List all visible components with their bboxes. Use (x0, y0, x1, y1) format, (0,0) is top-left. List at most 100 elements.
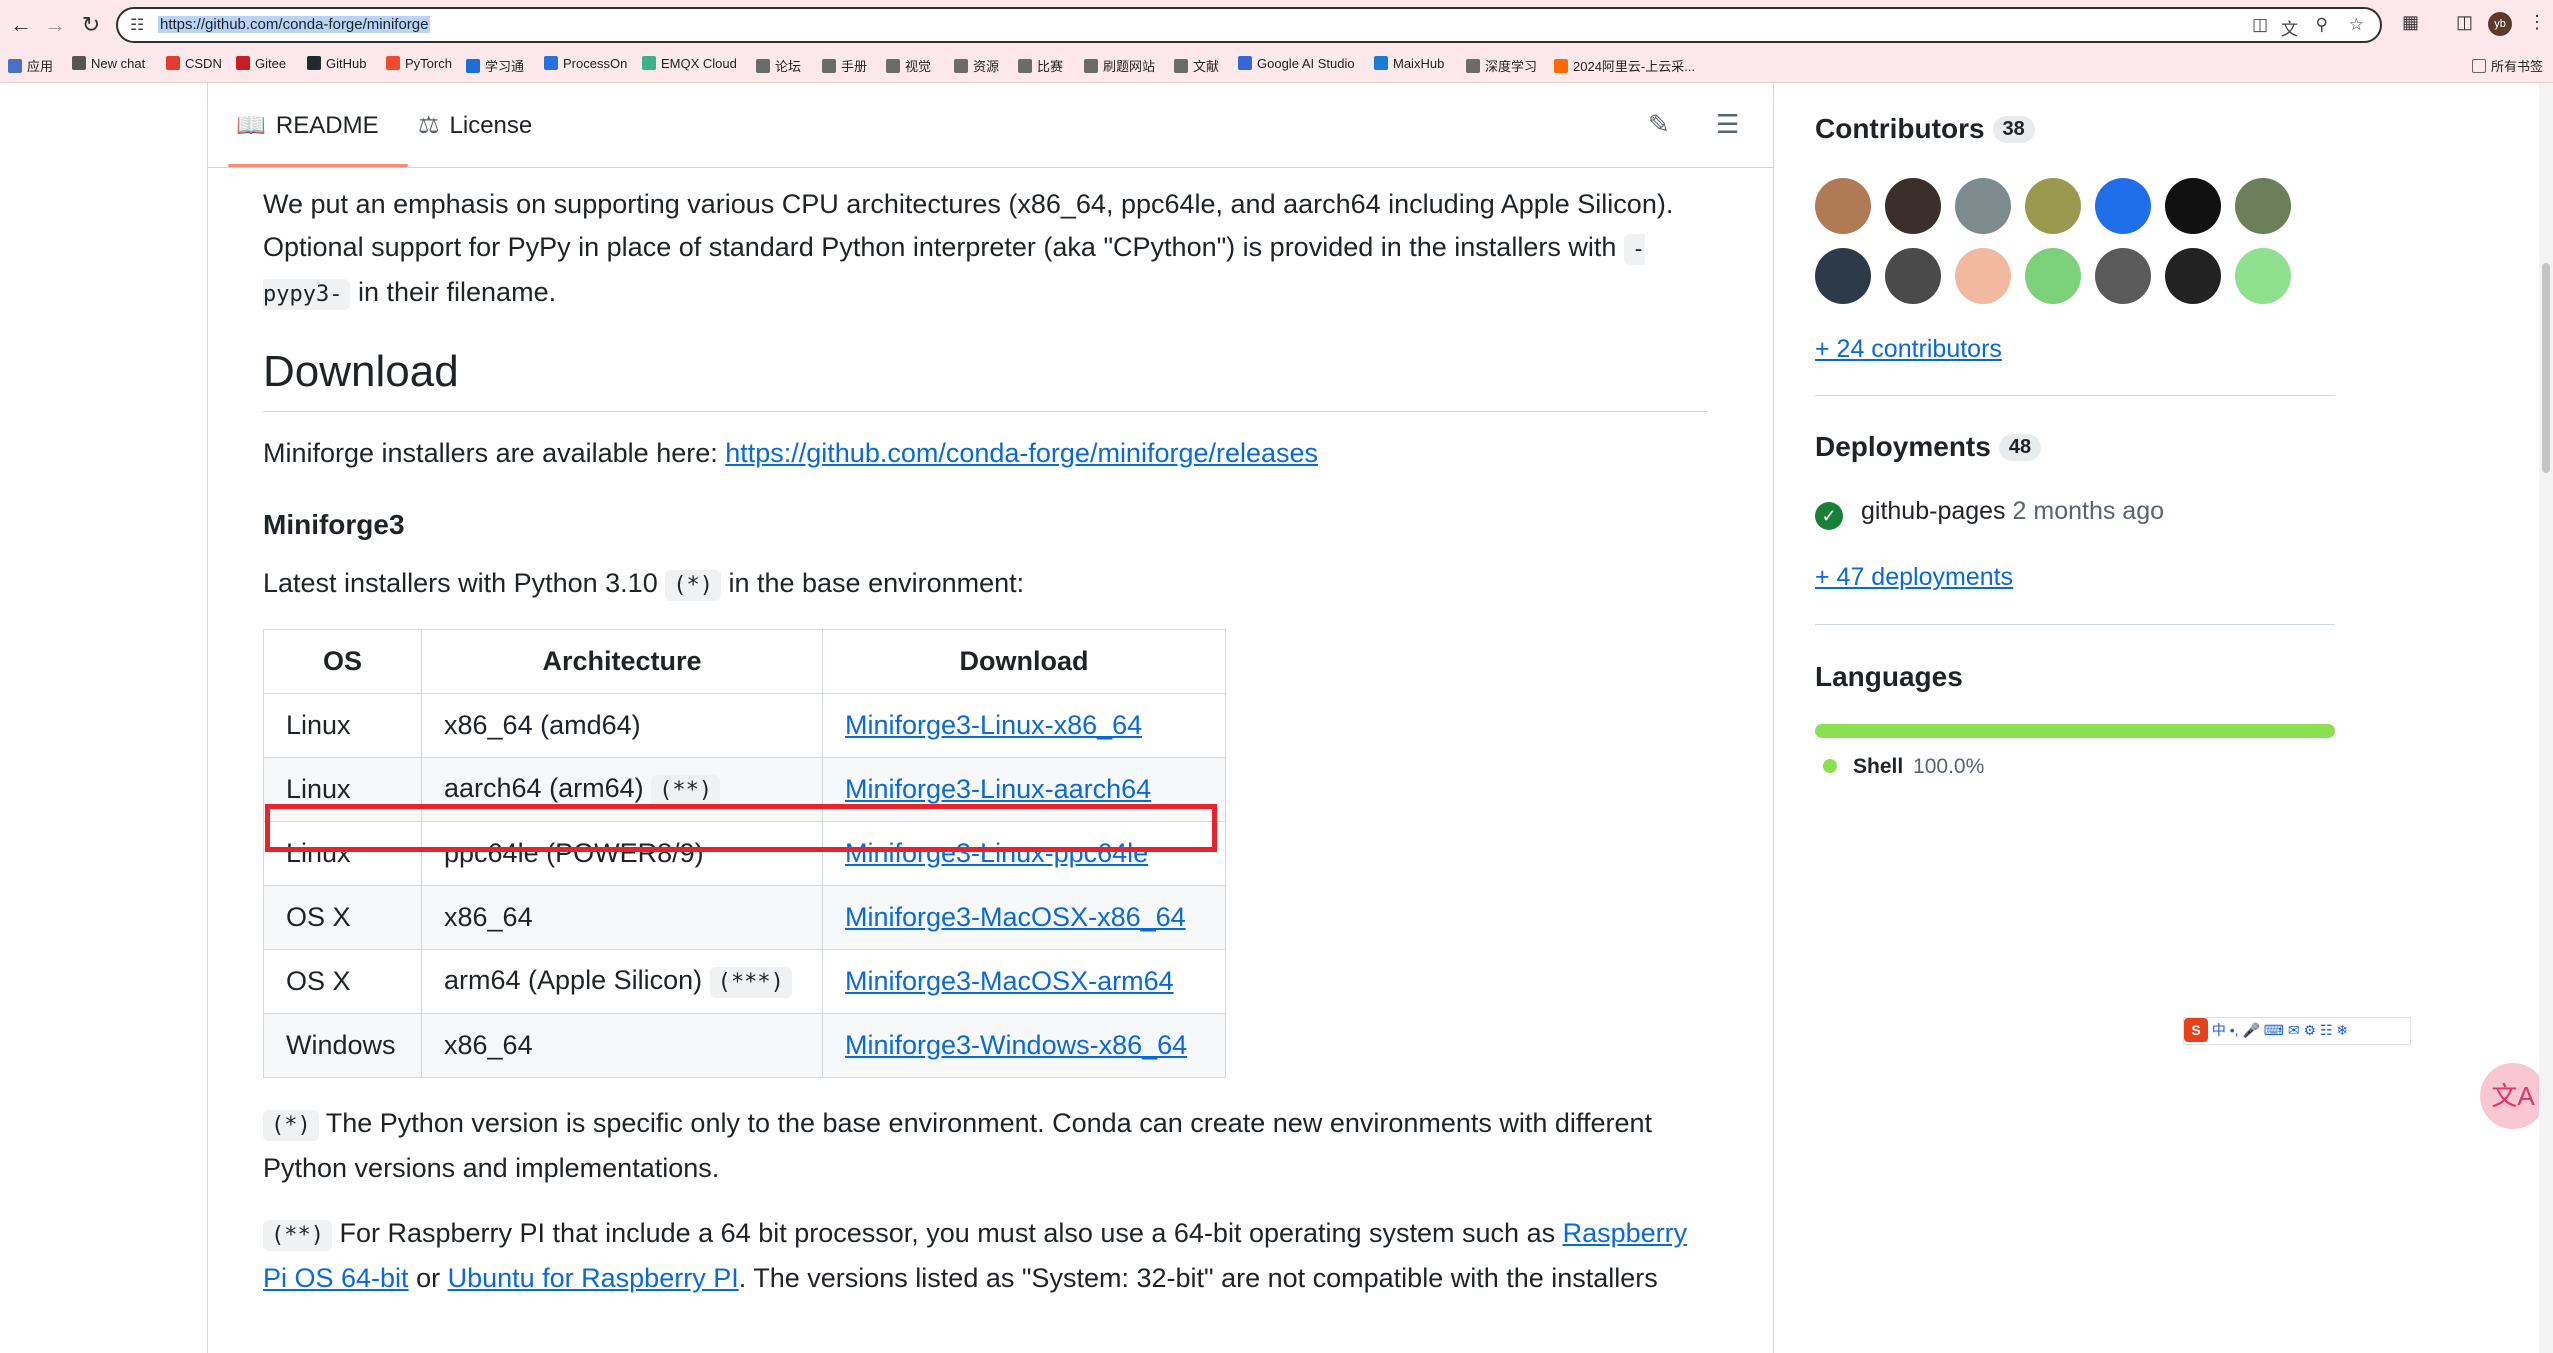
bookmark-item[interactable]: 学习通 (466, 56, 524, 75)
contributors-header[interactable]: Contributors 38 (1815, 113, 2035, 145)
bookmark-item[interactable]: Gitee (236, 56, 286, 71)
readme-panel: 📖 README ⚖ License ✎ ☰ We put an emphasis … (207, 83, 1774, 1353)
contributor-avatar[interactable] (1955, 248, 2011, 304)
page-scrollbar[interactable] (2539, 83, 2553, 1353)
bookmark-favicon-icon (1018, 59, 1032, 73)
bookmark-item[interactable]: 文献 (1174, 56, 1219, 75)
contributor-avatar[interactable] (1885, 248, 1941, 304)
tab-license[interactable]: ⚖ License (418, 111, 532, 140)
note2-code: (**) (263, 1219, 332, 1251)
contributor-avatar[interactable] (2235, 178, 2291, 234)
contributor-avatar[interactable] (2095, 248, 2151, 304)
contributor-avatar[interactable] (2235, 248, 2291, 304)
bookmark-item[interactable]: 论坛 (756, 56, 801, 75)
language-item[interactable]: Shell 100.0% (1823, 755, 1984, 779)
note2-text-1: For Raspberry PI that include a 64 bit p… (331, 1217, 1563, 1248)
site-info-icon[interactable]: ☷ (130, 15, 144, 35)
note1-text: The Python version is specific only to t… (263, 1107, 1652, 1183)
bookmarks-bar: 应用 New chat CSDN Gitee GitHub PyTorch 学习通 Proce… (0, 50, 2553, 82)
bookmark-favicon-icon (1466, 59, 1480, 73)
contributor-avatar[interactable] (1815, 248, 1871, 304)
bookmark-item[interactable]: New chat (72, 56, 145, 71)
bookmark-favicon-icon (1374, 56, 1388, 70)
deployment-name[interactable]: github-pages (1861, 497, 2006, 525)
installers-table: OS Architecture Download Linux x86_64 (am… (263, 628, 1226, 1078)
url-text[interactable]: https://github.com/conda-forge/miniforge (158, 16, 431, 33)
bookmark-item[interactable]: 手册 (822, 56, 867, 75)
releases-link[interactable]: https://github.com/conda-forge/miniforge… (725, 438, 1318, 468)
contributor-avatar[interactable] (2025, 248, 2081, 304)
contributor-avatar[interactable] (2165, 178, 2221, 234)
bookmark-favicon-icon (642, 56, 656, 70)
contributor-avatar[interactable] (2025, 178, 2081, 234)
contributor-avatar[interactable] (1815, 178, 1871, 234)
address-bar[interactable]: ☷ https://github.com/conda-forge/minifor… (116, 7, 2382, 43)
bookmark-item[interactable]: EMQX Cloud (642, 56, 737, 71)
menu-icon[interactable]: ⋮ (2528, 12, 2546, 33)
side-panel-icon[interactable]: ◫ (2456, 12, 2473, 33)
scrollbar-thumb[interactable] (2542, 263, 2550, 473)
forward-icon[interactable]: → (40, 10, 70, 40)
miniforge3-heading: Miniforge3 (263, 508, 405, 540)
latest-code: (*) (665, 569, 721, 601)
bookmark-item[interactable]: 刷题网站 (1084, 56, 1155, 75)
arch-text: x86_64 (444, 1029, 533, 1060)
contributors-count: 38 (1992, 116, 2035, 143)
tab-readme[interactable]: 📖 README (236, 111, 379, 140)
deployments-header[interactable]: Deployments 48 (1815, 431, 2042, 463)
translate-icon[interactable]: 文 (2281, 15, 2298, 40)
bookmark-item[interactable]: 视觉 (886, 56, 931, 75)
download-link[interactable]: Miniforge3-MacOSX-arm64 (845, 966, 1174, 996)
bookmark-label: MaixHub (1393, 56, 1445, 71)
download-link[interactable]: Miniforge3-MacOSX-x86_64 (845, 902, 1186, 932)
arch-cell: x86_64 (amd64) (421, 692, 823, 758)
bookmark-star-icon[interactable]: ☆ (2349, 15, 2364, 35)
bookmark-favicon-icon (72, 56, 86, 70)
contributor-avatar[interactable] (1955, 178, 2011, 234)
all-bookmarks[interactable]: 所有书签 (2472, 56, 2543, 75)
contributors-label: Contributors (1815, 113, 1985, 144)
installers-paragraph: Miniforge installers are available here:… (263, 432, 1708, 475)
bookmark-item[interactable]: Google AI Studio (1238, 56, 1355, 71)
more-deployments-link[interactable]: + 47 deployments (1815, 563, 2013, 592)
contributor-avatar[interactable] (1885, 178, 1941, 234)
contributor-avatar[interactable] (2095, 178, 2151, 234)
bookmark-item[interactable]: 深度学习 (1466, 56, 1537, 75)
bookmark-item[interactable]: PyTorch (386, 56, 452, 71)
reload-icon[interactable]: ↻ (76, 10, 106, 40)
download-link[interactable]: Miniforge3-Windows-x86_64 (845, 1030, 1187, 1060)
bookmark-item[interactable]: 应用 (8, 56, 53, 75)
download-link[interactable]: Miniforge3-Linux-aarch64 (845, 774, 1151, 804)
edit-pencil-icon[interactable]: ✎ (1648, 109, 1670, 140)
intro-text-2: in their filename. (350, 277, 557, 307)
translate-float-icon[interactable]: 文A (2480, 1063, 2546, 1129)
more-contributors-link[interactable]: + 24 contributors (1815, 335, 2002, 364)
ubuntu-raspberry-link[interactable]: Ubuntu for Raspberry PI (448, 1263, 739, 1293)
readme-tabs: 📖 README ⚖ License ✎ ☰ (208, 83, 1773, 168)
ime-toolbar[interactable]: S 中 •, 🎤 ⌨ ✉ ⚙ ☷ ❄ (2183, 1017, 2411, 1045)
bookmark-item[interactable]: GitHub (307, 56, 366, 71)
bookmark-label: 应用 (27, 59, 54, 74)
divider (1815, 395, 2335, 396)
bookmark-item[interactable]: MaixHub (1374, 56, 1444, 71)
extensions-icon[interactable]: ▦ (2402, 12, 2419, 33)
bookmark-item[interactable]: CSDN (166, 56, 222, 71)
bookmark-item[interactable]: 比赛 (1018, 56, 1063, 75)
table-row: Linux x86_64 (amd64) Miniforge3-Linux-x86_… (263, 692, 1226, 758)
contributor-avatar[interactable] (2165, 248, 2221, 304)
download-link[interactable]: Miniforge3-Linux-x86_64 (845, 710, 1142, 740)
outline-list-icon[interactable]: ☰ (1716, 109, 1739, 140)
install-app-icon[interactable]: ◫ (2252, 15, 2268, 35)
bookmark-label: 视觉 (905, 59, 932, 74)
bookmark-item[interactable]: ProcessOn (544, 56, 627, 71)
bookmark-item[interactable]: 资源 (954, 56, 999, 75)
zoom-icon[interactable]: ⚲ (2316, 15, 2328, 35)
note2-text-2: or (408, 1262, 448, 1293)
note2-text-3: . The versions listed as "System: 32-bit… (738, 1262, 1658, 1293)
intro-text-1: We put an emphasis on supporting various… (263, 189, 1674, 262)
back-icon[interactable]: ← (6, 10, 36, 40)
profile-avatar[interactable]: yb (2488, 12, 2512, 36)
bookmark-item[interactable]: 2024阿里云-上云采... (1554, 56, 1695, 75)
folder-icon (2472, 59, 2486, 73)
language-percent: 100.0% (1913, 755, 1985, 778)
